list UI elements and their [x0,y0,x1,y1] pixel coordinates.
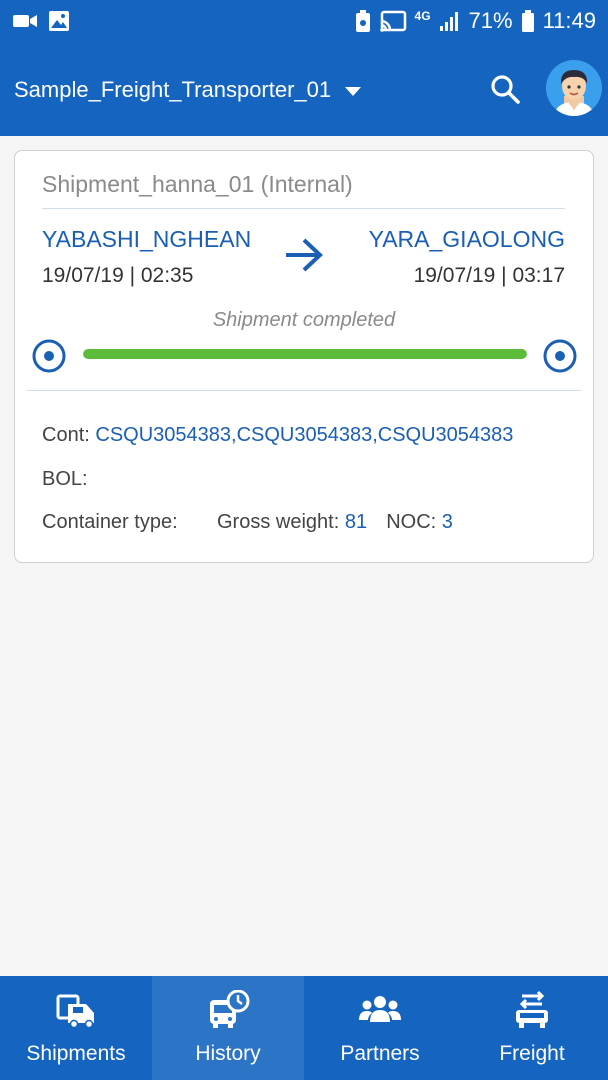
progress-fill [83,349,527,359]
avatar[interactable] [546,60,602,116]
signal-icon [439,12,458,31]
nav-label-history: History [195,1042,261,1065]
battery-saver-icon [355,10,370,32]
container-type-label: Container type: [42,511,178,533]
cont-label: Cont: [42,424,90,446]
nav-item-shipments[interactable]: Shipments [0,976,152,1080]
noc-label: NOC: [386,511,437,533]
cast-icon [379,10,406,32]
network-type: 4G [414,9,431,23]
clock: 11:49 [542,8,596,33]
transporter-selector[interactable]: Sample_Freight_Transporter_01 [14,77,362,103]
cont-value: CSQU3054383,CSQU3054383,CSQU3054383 [95,424,514,446]
chevron-down-icon [345,86,362,96]
search-icon[interactable] [488,72,522,106]
status-bar: 4G 71% 11:49 [0,0,608,44]
battery-icon [521,10,534,32]
nav-label-freight: Freight [499,1042,565,1065]
shipment-card[interactable]: Shipment_hanna_01 (Internal) YABASHI_NGH… [14,150,594,563]
divider [27,390,581,391]
bol-label: BOL: [42,468,88,490]
destination-node-icon [543,339,577,373]
app-title: Sample_Freight_Transporter_01 [14,77,332,102]
video-icon [13,15,37,27]
container-type-row: Container type: [42,511,178,534]
divider [42,208,565,209]
image-icon [49,11,69,31]
container-numbers: Cont: CSQU3054383,CSQU3054383,CSQU305438… [42,424,513,447]
truck-icon [56,994,94,1029]
nav-label-partners: Partners [340,1042,420,1065]
noc-value: 3 [441,511,453,533]
progress-bar [83,349,527,359]
gross-weight-value: 81 [344,511,368,533]
nav-label-shipments: Shipments [26,1042,126,1065]
destination-name: YARA_GIAOLONG [368,226,565,252]
bottom-navigation: Shipments History Partners Freight [0,976,608,1080]
nav-item-freight[interactable]: Freight [456,976,608,1080]
arrow-right-icon [286,238,323,272]
origin-name: YABASHI_NGHEAN [42,226,252,252]
bus-clock-icon [210,990,250,1028]
freight-swap-icon [516,990,548,1028]
shipment-title: Shipment_hanna_01 (Internal) [42,171,353,197]
battery-percent: 71% [468,8,513,33]
user-avatar-icon [554,70,594,116]
group-icon [359,996,401,1022]
destination-time: 19/07/19 | 03:17 [413,264,565,287]
gross-weight-label: Gross weight: [217,511,340,533]
bol-row: BOL: [42,468,88,491]
shipment-status: Shipment completed [212,309,396,331]
app-bar: Sample_Freight_Transporter_01 [0,44,608,136]
nav-item-partners[interactable]: Partners [304,976,456,1080]
weight-noc-row: Gross weight: 81 NOC: 3 [217,511,453,534]
origin-node-icon [32,339,66,373]
origin-time: 19/07/19 | 02:35 [42,264,194,287]
nav-item-history[interactable]: History [152,976,304,1080]
